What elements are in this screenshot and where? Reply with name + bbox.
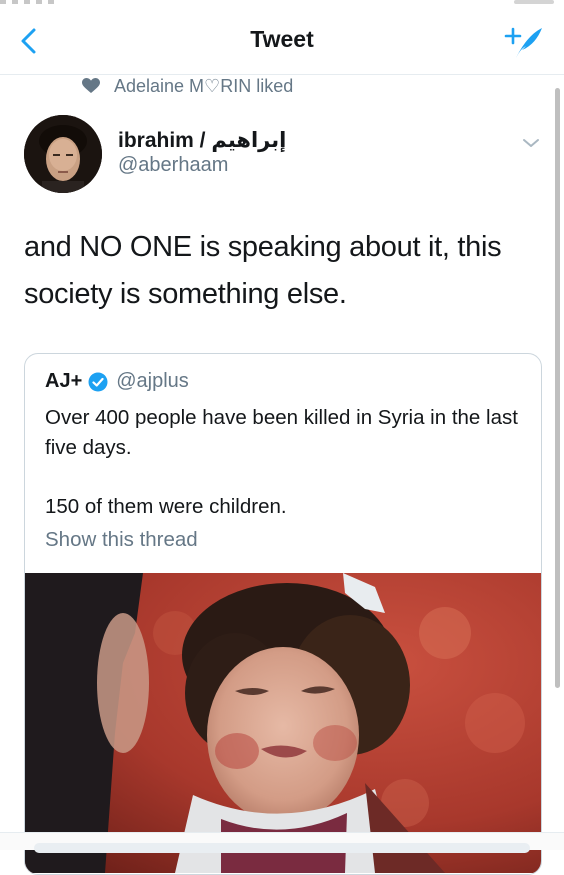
quoted-author-handle: @ajplus — [116, 370, 189, 392]
photo-image — [25, 573, 541, 873]
chevron-down-icon — [523, 139, 539, 147]
show-thread-link[interactable]: Show this thread — [45, 528, 198, 552]
tweet-text: and NO ONE is speaking about it, this so… — [24, 231, 502, 310]
back-button[interactable] — [14, 24, 48, 58]
avatar-portrait-icon — [24, 115, 102, 193]
status-bar — [0, 0, 564, 10]
author-name[interactable]: ibrahim / إبراهيم — [118, 128, 286, 153]
author-handle[interactable]: @aberhaam — [118, 154, 228, 177]
verified-badge-icon — [88, 372, 108, 391]
signal-indicator — [0, 0, 60, 4]
quoted-paragraph: 150 of them were children. — [45, 495, 287, 518]
chevron-left-icon — [21, 28, 36, 54]
navigation-bar: Tweet — [0, 10, 564, 75]
quoted-paragraph: Over 400 people have been killed in Syri… — [45, 406, 518, 459]
social-context-text: Adelaine M♡RIN liked — [114, 76, 294, 96]
quoted-tweet[interactable]: AJ+ @ajplus Over 400 people have been ki… — [24, 353, 542, 875]
quoted-tweet-text: Over 400 people have been killed in Syri… — [45, 403, 525, 522]
quoted-author-name: AJ+ — [45, 370, 83, 392]
compose-tweet-icon — [504, 27, 542, 58]
reply-bar — [0, 832, 564, 853]
avatar[interactable] — [24, 115, 102, 193]
battery-icon — [514, 0, 554, 4]
quoted-tweet-header: AJ+ @ajplus — [45, 370, 189, 393]
compose-tweet-button[interactable] — [502, 22, 546, 62]
scrollbar[interactable] — [555, 88, 560, 688]
quoted-tweet-photo[interactable] — [25, 573, 541, 873]
heart-icon — [82, 78, 100, 93]
page-title: Tweet — [250, 26, 314, 52]
social-context: Adelaine M♡RIN liked — [82, 74, 293, 98]
reply-input[interactable] — [34, 843, 530, 853]
tweet-menu-button[interactable] — [518, 134, 544, 152]
